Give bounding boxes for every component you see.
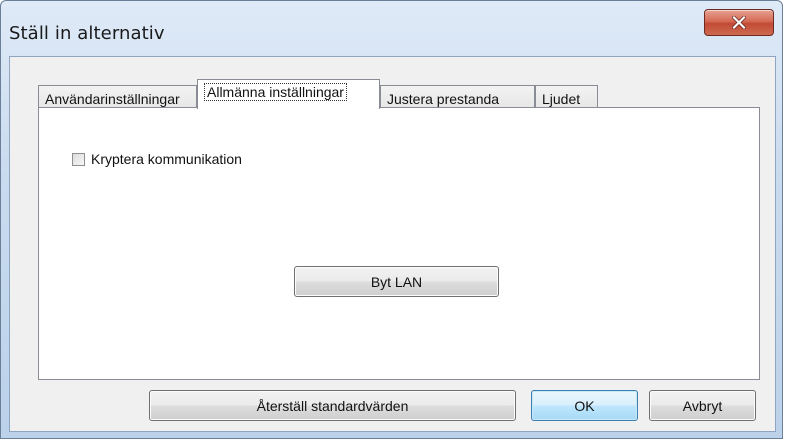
tab-label: Ljudet [542, 91, 581, 107]
encrypt-communication-label: Kryptera kommunikation [91, 151, 242, 167]
dialog-window: Ställ in alternativ Användarinställninga… [0, 0, 783, 439]
close-button[interactable] [704, 9, 774, 36]
ok-button[interactable]: OK [531, 390, 638, 421]
window-title: Ställ in alternativ [9, 23, 165, 44]
title-bar[interactable]: Ställ in alternativ [1, 1, 782, 61]
change-lan-button[interactable]: Byt LAN [294, 266, 499, 297]
tab-panel-general-settings: Kryptera kommunikation Byt LAN [38, 107, 760, 380]
close-icon [732, 16, 746, 29]
tab-sound[interactable]: Ljudet [535, 85, 598, 108]
cancel-button[interactable]: Avbryt [649, 390, 756, 421]
encrypt-communication-option[interactable]: Kryptera kommunikation [72, 151, 242, 167]
encrypt-communication-checkbox[interactable] [72, 152, 85, 166]
tab-label: Justera prestanda [387, 91, 500, 107]
tab-general-settings[interactable]: Allmänna inställningar [197, 79, 380, 109]
tab-adjust-performance[interactable]: Justera prestanda [380, 85, 535, 108]
tab-label: Allmänna inställningar [204, 83, 347, 101]
tab-user-settings[interactable]: Användarinställningar [38, 85, 197, 108]
dialog-client-area: Användarinställningar Allmänna inställni… [9, 56, 776, 432]
restore-defaults-button[interactable]: Återställ standardvärden [149, 390, 516, 421]
tab-label: Användarinställningar [45, 91, 180, 107]
